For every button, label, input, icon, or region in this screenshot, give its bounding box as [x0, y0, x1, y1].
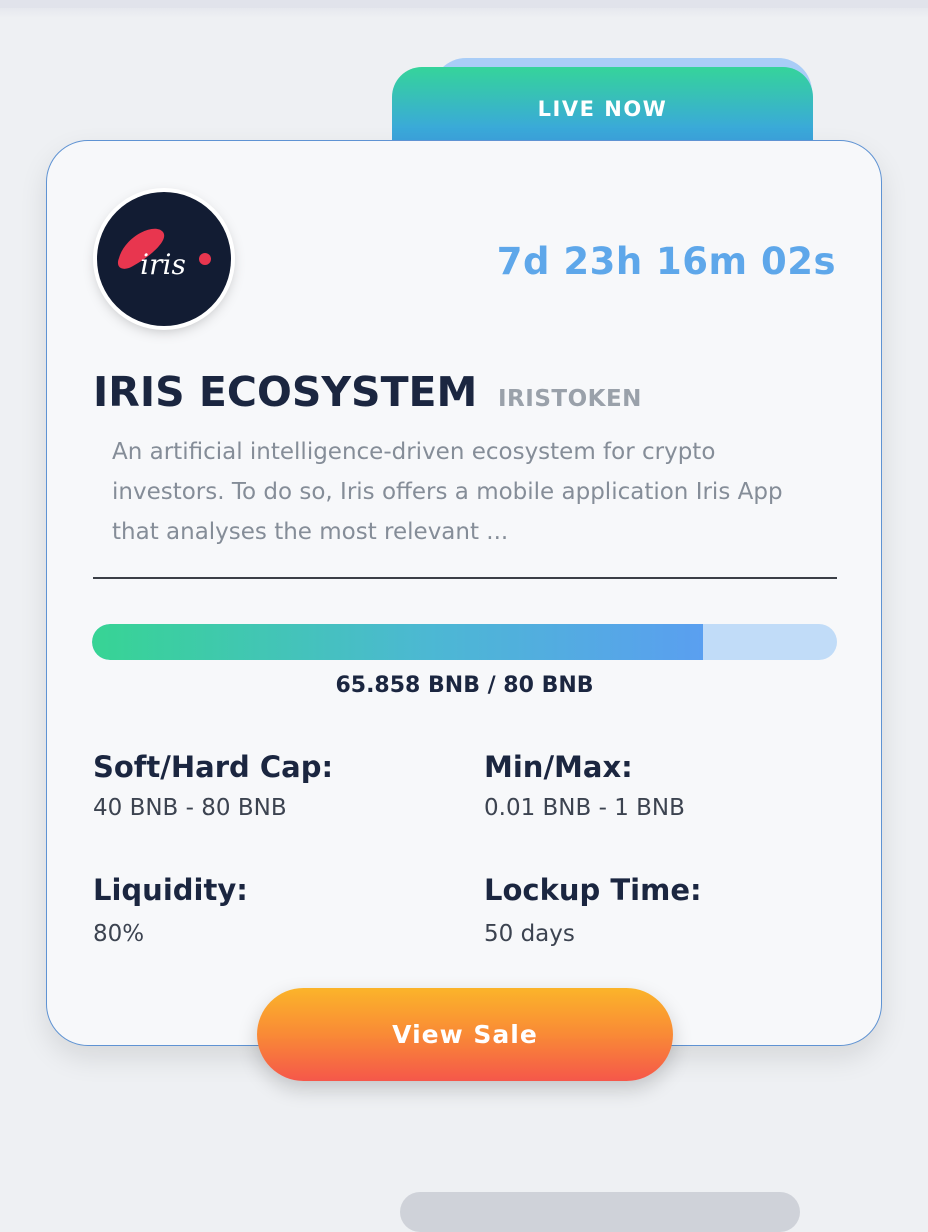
- iris-logo-icon: iris: [117, 228, 211, 281]
- raised-amount: 65.858 BNB / 80 BNB: [335, 673, 594, 698]
- min-max-value: 0.01 BNB - 1 BNB: [484, 795, 685, 821]
- project-description: An artificial intelligence-driven ecosys…: [112, 439, 783, 545]
- liquidity-value: 80%: [93, 921, 145, 947]
- live-now-label: LIVE NOW: [537, 97, 668, 121]
- divider: [93, 577, 837, 579]
- min-max-label: Min/Max:: [484, 750, 633, 784]
- raise-progress-fill: [92, 624, 703, 660]
- project-title: IRIS ECOSYSTEM: [93, 368, 478, 416]
- top-header-shadow: [0, 8, 928, 18]
- soft-hard-cap-label: Soft/Hard Cap:: [93, 750, 334, 784]
- iris-logo: iris: [97, 192, 231, 326]
- project-ticker: IRISTOKEN: [498, 386, 642, 412]
- top-header-strip: [0, 0, 928, 8]
- lockup-time-label: Lockup Time:: [484, 873, 702, 907]
- liquidity-label: Liquidity:: [93, 873, 248, 907]
- soft-hard-cap-value: 40 BNB - 80 BNB: [93, 795, 287, 821]
- lockup-time-value: 50 days: [484, 921, 575, 947]
- raise-progress-bar: [92, 624, 837, 660]
- view-sale-button[interactable]: View Sale: [257, 988, 673, 1081]
- next-card-peek: [400, 1192, 800, 1232]
- countdown-timer: 7d 23h 16m 02s: [496, 240, 836, 283]
- logo-wordmark: iris: [140, 248, 186, 281]
